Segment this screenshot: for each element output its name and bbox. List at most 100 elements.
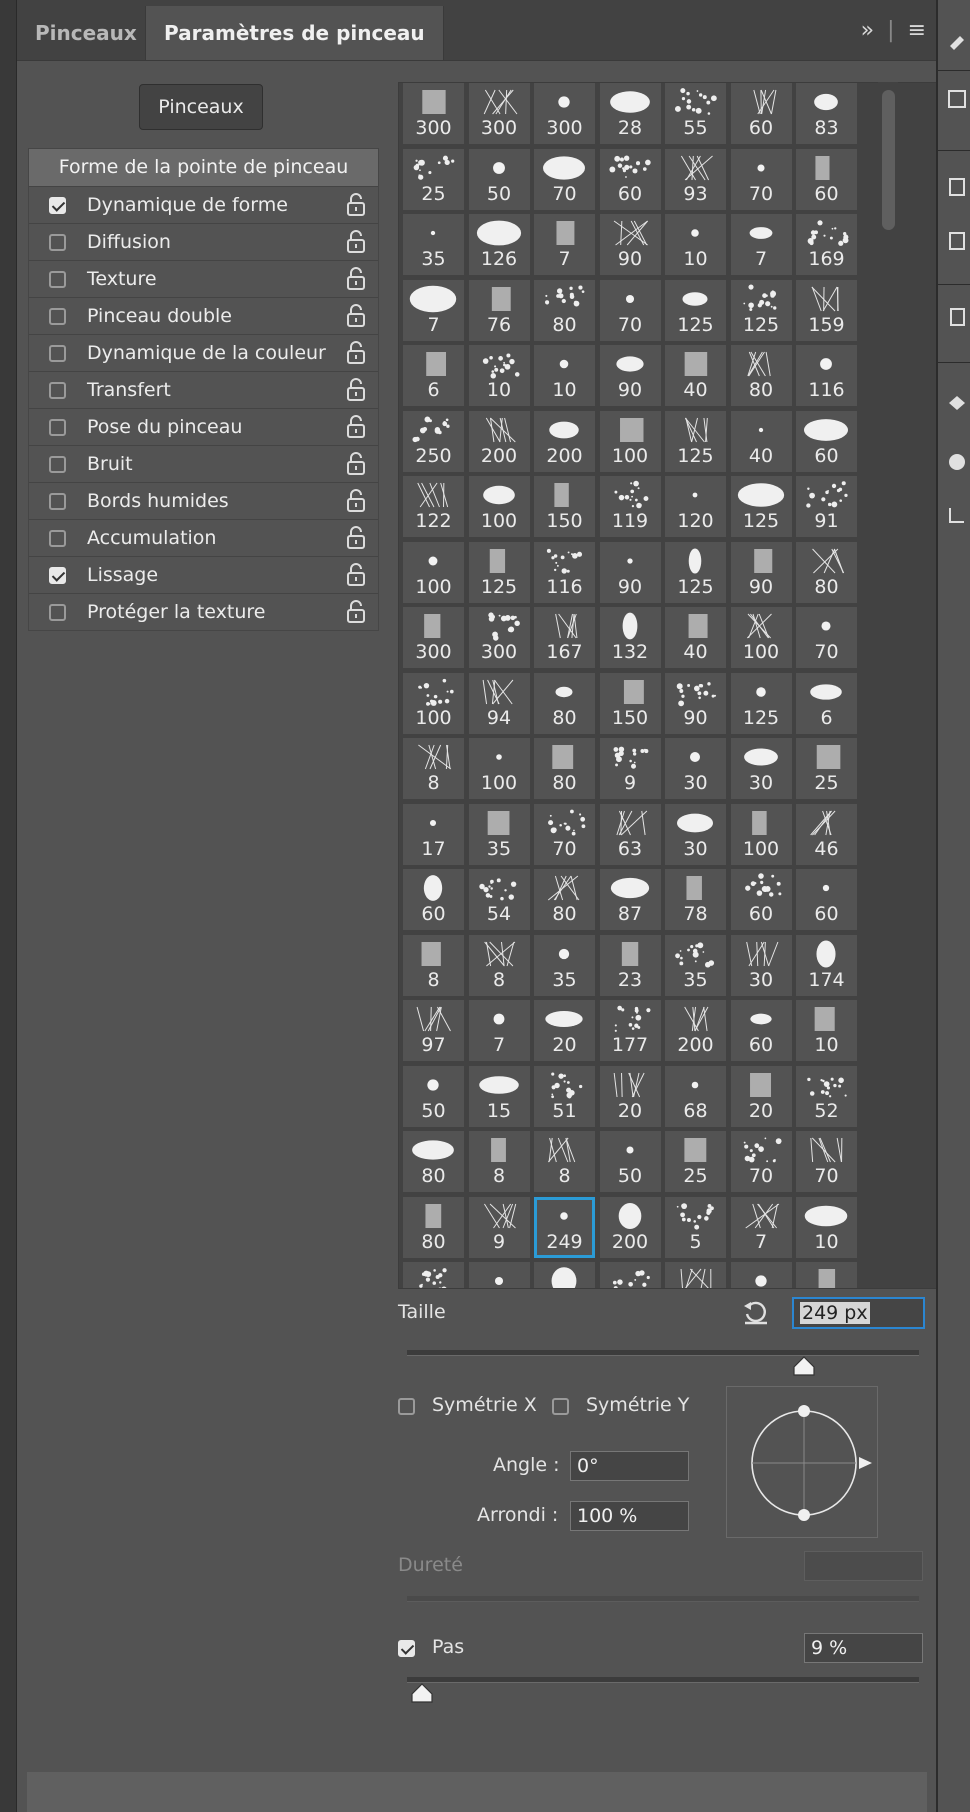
brush-tip-cell[interactable]: 70 — [534, 803, 595, 865]
brush-tip-cell[interactable] — [468, 1262, 530, 1288]
brush-tip-cell[interactable]: 83 — [796, 83, 857, 144]
brush-tip-cell[interactable]: 6 — [796, 672, 857, 734]
symmetry-y-checkbox[interactable] — [552, 1398, 569, 1415]
brush-tip-cell[interactable]: 80 — [534, 279, 595, 341]
brush-option-item[interactable]: Texture — [29, 260, 378, 297]
brush-tip-cell[interactable]: 100 — [403, 541, 464, 603]
brush-tip-cell[interactable]: 80 — [730, 345, 792, 406]
brush-tip-cell[interactable]: 10 — [796, 1000, 857, 1061]
brush-tip-cell[interactable]: 68 — [665, 1065, 726, 1127]
brush-tip-cell[interactable]: 300 — [468, 83, 530, 144]
brush-tip-cell[interactable]: 10 — [468, 345, 530, 406]
brush-option-item[interactable]: Bords humides — [29, 482, 378, 519]
brush-tip-cell[interactable]: 35 — [403, 214, 464, 275]
brush-tip-cell[interactable]: 122 — [403, 476, 464, 537]
brush-tip-cell[interactable]: 78 — [665, 869, 726, 930]
brush-option-checkbox[interactable] — [49, 308, 66, 325]
size-slider-handle[interactable] — [793, 1356, 815, 1376]
brush-tip-cell[interactable]: 119 — [599, 476, 661, 537]
brush-tip-cell[interactable]: 300 — [534, 83, 595, 144]
brush-tip-cell[interactable]: 150 — [599, 672, 661, 734]
brush-tip-cell[interactable]: 35 — [468, 803, 530, 865]
lock-icon[interactable] — [346, 304, 366, 328]
brush-tip-cell[interactable]: 80 — [403, 1131, 464, 1192]
brush-option-item[interactable]: Diffusion — [29, 223, 378, 260]
brushes-button[interactable]: Pinceaux — [139, 84, 263, 130]
brush-tip-cell[interactable]: 126 — [468, 214, 530, 275]
brush-tip-cell[interactable]: 20 — [534, 1000, 595, 1061]
spacing-slider-handle[interactable] — [411, 1683, 433, 1703]
brush-option-checkbox[interactable] — [49, 456, 66, 473]
brush-tip-cell[interactable]: 35 — [665, 934, 726, 996]
lock-icon[interactable] — [346, 341, 366, 365]
brush-tip-cell[interactable]: 125 — [468, 541, 530, 603]
brush-tip-cell[interactable]: 60 — [796, 410, 857, 472]
brush-tip-shape-item[interactable]: Forme de la pointe de pinceau — [29, 149, 378, 186]
paths-icon[interactable] — [946, 504, 968, 526]
lock-icon[interactable] — [346, 600, 366, 624]
brush-tip-cell[interactable]: 125 — [730, 672, 792, 734]
angle-roundness-preview[interactable] — [726, 1386, 878, 1538]
brush-option-item[interactable]: Accumulation — [29, 519, 378, 556]
brush-tip-cell[interactable]: 28 — [599, 83, 661, 144]
brush-tip-cell[interactable]: 70 — [599, 279, 661, 341]
brush-tip-cell[interactable] — [796, 1262, 857, 1288]
brush-tip-cell[interactable]: 25 — [403, 148, 464, 210]
brush-tip-cell[interactable]: 30 — [730, 934, 792, 996]
brush-tip-cell[interactable]: 200 — [599, 1196, 661, 1258]
brush-option-checkbox[interactable] — [49, 197, 66, 214]
brush-option-checkbox[interactable] — [49, 234, 66, 251]
brush-option-checkbox[interactable] — [49, 345, 66, 362]
brush-tip-cell[interactable]: 93 — [665, 148, 726, 210]
brush-tip-cell[interactable]: 7 — [403, 279, 464, 341]
lock-icon[interactable] — [346, 267, 366, 291]
brush-tip-cell[interactable]: 80 — [403, 1196, 464, 1258]
brush-tip-cell[interactable]: 116 — [796, 345, 857, 406]
brush-option-checkbox[interactable] — [49, 604, 66, 621]
brush-tip-cell[interactable] — [599, 1262, 661, 1288]
brush-tip-cell[interactable]: 90 — [599, 214, 661, 275]
brush-tip-cell[interactable]: 6 — [403, 345, 464, 406]
brush-tip-cell[interactable]: 177 — [599, 1000, 661, 1061]
size-input[interactable]: 249 px — [792, 1297, 925, 1329]
brush-tip-cell[interactable]: 55 — [665, 83, 726, 144]
brush-tip-cell[interactable]: 51 — [534, 1065, 595, 1127]
brush-tip-cell[interactable]: 90 — [599, 541, 661, 603]
brush-tip-cell[interactable]: 100 — [730, 803, 792, 865]
lock-icon[interactable] — [346, 193, 366, 217]
brush-option-item[interactable]: Dynamique de forme — [29, 186, 378, 223]
lock-icon[interactable] — [346, 563, 366, 587]
brush-tip-cell[interactable]: 10 — [534, 345, 595, 406]
brush-tip-cell[interactable]: 87 — [599, 869, 661, 930]
brush-tip-cell[interactable]: 54 — [468, 869, 530, 930]
brush-tip-cell[interactable]: 90 — [730, 541, 792, 603]
brush-tip-cell[interactable]: 80 — [534, 869, 595, 930]
brush-option-item[interactable]: Protéger la texture — [29, 593, 378, 630]
brush-tip-cell[interactable] — [730, 1262, 792, 1288]
paragraph-icon[interactable] — [946, 88, 968, 110]
brush-tip-cell[interactable]: 132 — [599, 607, 661, 668]
brush-option-item[interactable]: Lissage — [29, 556, 378, 593]
brush-tip-cell[interactable]: 8 — [534, 1131, 595, 1192]
reset-icon[interactable] — [742, 1298, 770, 1326]
brush-tip-cell[interactable]: 120 — [665, 476, 726, 537]
brush-tip-cell[interactable]: 100 — [468, 476, 530, 537]
brush-option-checkbox[interactable] — [49, 271, 66, 288]
brush-tip-cell[interactable]: 200 — [665, 1000, 726, 1061]
brush-tip-cell[interactable]: 125 — [730, 476, 792, 537]
channels-icon[interactable] — [946, 392, 968, 414]
brush-option-checkbox[interactable] — [49, 493, 66, 510]
lock-icon[interactable] — [346, 526, 366, 550]
brush-tip-cell[interactable]: 91 — [796, 476, 857, 537]
brush-tip-cell[interactable]: 249 — [534, 1196, 595, 1258]
roundness-input[interactable]: 100 % — [570, 1501, 689, 1531]
brush-tip-cell[interactable]: 125 — [665, 279, 726, 341]
brush-option-checkbox[interactable] — [49, 419, 66, 436]
brush-grid-scrollbar[interactable] — [878, 82, 898, 1287]
lock-icon[interactable] — [346, 489, 366, 513]
brush-tip-cell[interactable]: 100 — [730, 607, 792, 668]
brush-tip-cell[interactable]: 250 — [403, 410, 464, 472]
brush-tip-cell[interactable]: 116 — [534, 541, 595, 603]
brush-option-checkbox[interactable] — [49, 530, 66, 547]
brush-tip-cell[interactable]: 100 — [403, 672, 464, 734]
